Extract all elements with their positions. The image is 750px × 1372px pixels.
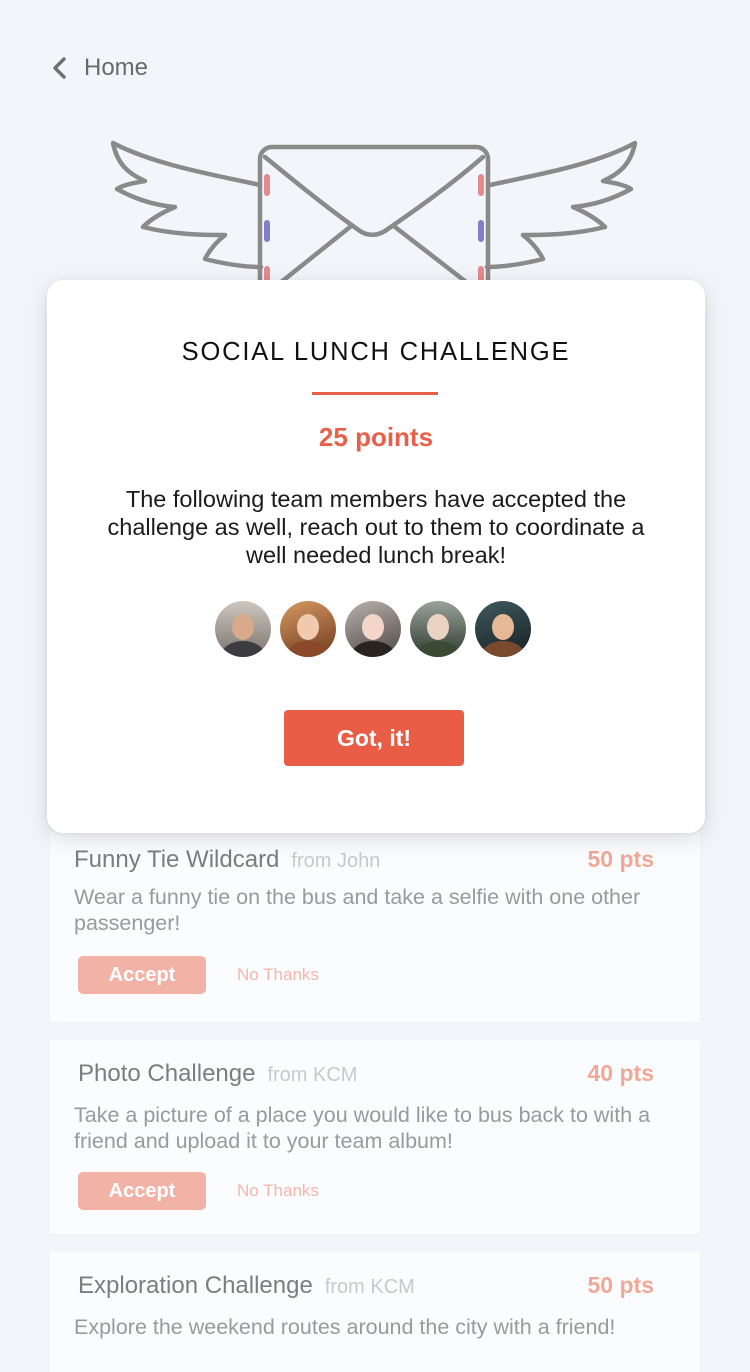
challenge-description: Explore the weekend routes around the ci… (74, 1315, 616, 1339)
challenge-description: Wear a funny tie on the bus and take a s… (74, 885, 641, 935)
challenge-points: 40 pts (587, 1060, 654, 1086)
dialog-title: SOCIAL LUNCH CHALLENGE (181, 338, 571, 366)
chevron-left-icon (53, 57, 66, 79)
challenge-points: 50 pts (587, 846, 654, 872)
avatar[interactable] (345, 601, 401, 657)
challenge-title: Photo Challenge (78, 1060, 256, 1087)
no-thanks-link[interactable]: No Thanks (237, 1181, 319, 1201)
no-thanks-link[interactable]: No Thanks (237, 965, 319, 985)
title-divider (312, 392, 438, 395)
back-label: Home (84, 54, 149, 81)
avatar[interactable] (410, 601, 466, 657)
avatar[interactable] (475, 601, 531, 657)
accept-button[interactable]: Accept (78, 956, 206, 994)
challenge-description: Take a picture of a place you would like… (74, 1103, 651, 1153)
challenge-author: from KCM (267, 1064, 358, 1086)
challenge-card: Exploration Challenge from KCM 50 pts Ex… (50, 1252, 700, 1372)
dialog-points: 25 points (318, 422, 434, 452)
challenge-dialog: SOCIAL LUNCH CHALLENGE 25 points The fol… (47, 280, 705, 833)
avatar[interactable] (280, 601, 336, 657)
challenge-title: Exploration Challenge (78, 1272, 313, 1299)
got-it-button[interactable]: Got, it! (284, 710, 464, 766)
challenge-card: Photo Challenge from KCM 40 pts Take a p… (50, 1040, 700, 1234)
back-home-link[interactable]: Home (50, 50, 148, 86)
avatar[interactable] (215, 601, 271, 657)
winged-envelope-illustration (110, 140, 638, 295)
challenge-title: Funny Tie Wildcard (74, 846, 280, 873)
dialog-message: The following team members have accepted… (107, 486, 645, 568)
challenge-author: from John (291, 850, 381, 872)
accept-button[interactable]: Accept (78, 1172, 206, 1210)
challenge-author: from KCM (324, 1276, 415, 1298)
team-member-avatars (215, 601, 531, 657)
challenge-points: 50 pts (587, 1272, 654, 1298)
challenge-card: Funny Tie Wildcard from John 50 pts Wear… (50, 832, 700, 1022)
